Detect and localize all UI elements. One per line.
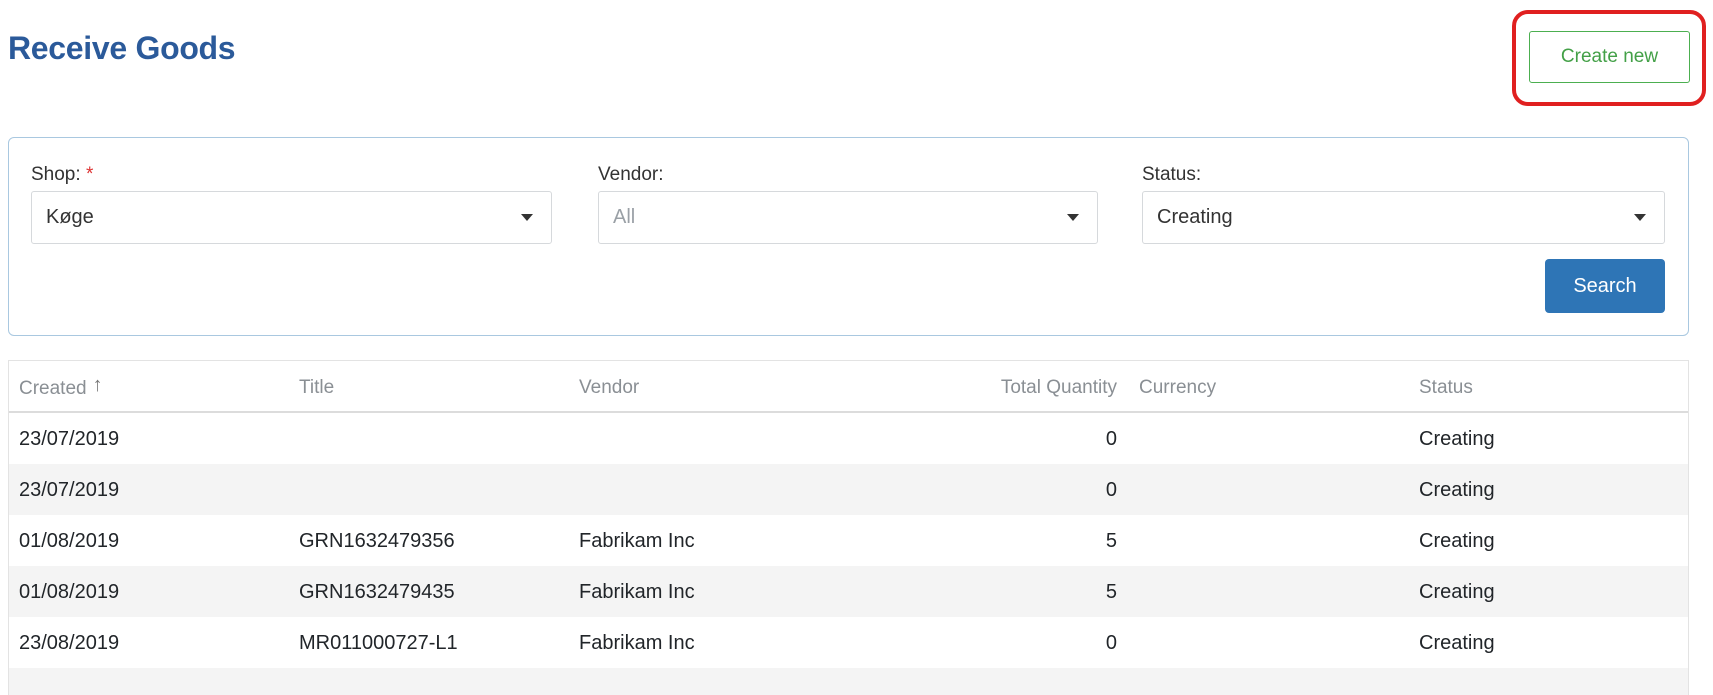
column-header-status[interactable]: Status (1419, 377, 1473, 399)
table-row[interactable]: 01/08/2019 GRN1632479356 Fabrikam Inc 5 … (9, 515, 1688, 566)
cell-status: Creating (1419, 632, 1495, 654)
status-label: Status: (1142, 164, 1202, 185)
vendor-select[interactable]: All (598, 191, 1098, 244)
cell-created: 01/08/2019 (19, 581, 120, 603)
cell-created: 23/07/2019 (19, 428, 120, 450)
column-header-total-quantity[interactable]: Total Quantity (1001, 377, 1117, 399)
status-select[interactable]: Creating (1142, 191, 1665, 244)
cell-vendor: Fabrikam Inc (579, 581, 695, 603)
required-marker: * (85, 164, 94, 185)
column-header-label: Created (19, 378, 87, 399)
cell-created: 01/08/2019 (19, 530, 120, 552)
status-select-value: Creating (1157, 206, 1233, 228)
cell-status: Creating (1419, 428, 1495, 450)
column-header-created[interactable]: Created ↑ (19, 374, 103, 400)
shop-select[interactable]: Køge (31, 191, 552, 244)
table-row[interactable]: 23/07/2019 0 Creating (9, 464, 1688, 515)
receive-goods-page: Receive Goods Create new Shop: * Køge Ve… (0, 0, 1713, 695)
cell-status: Creating (1419, 530, 1495, 552)
receive-goods-table: Created ↑ Title Vendor Total Quantity Cur… (8, 360, 1689, 695)
chevron-down-icon (1634, 214, 1646, 221)
cell-total-quantity: 0 (1105, 479, 1117, 501)
cell-total-quantity: 5 (1105, 581, 1117, 603)
cell-created: 23/07/2019 (19, 479, 120, 501)
cell-title: GRN1632479435 (299, 581, 455, 603)
table-row[interactable]: 23/07/2019 0 Creating (9, 413, 1688, 464)
cell-created: 23/08/2019 (19, 632, 120, 654)
cell-total-quantity: 0 (1105, 428, 1117, 450)
create-new-button[interactable]: Create new (1529, 31, 1690, 83)
shop-select-value: Køge (46, 206, 94, 228)
column-header-title[interactable]: Title (299, 377, 334, 399)
cell-vendor: Fabrikam Inc (579, 530, 695, 552)
vendor-label: Vendor: (598, 164, 664, 185)
column-header-currency[interactable]: Currency (1139, 377, 1216, 399)
cell-title: MR011000727-L1 (299, 632, 458, 654)
chevron-down-icon (521, 214, 533, 221)
sort-ascending-icon: ↑ (92, 374, 103, 396)
shop-label: Shop: * (31, 164, 93, 186)
cell-status: Creating (1419, 581, 1495, 603)
cell-total-quantity: 0 (1105, 632, 1117, 654)
cell-status: Creating (1419, 479, 1495, 501)
shop-label-text: Shop: (31, 164, 81, 185)
cell-total-quantity: 5 (1105, 530, 1117, 552)
table-header: Created ↑ Title Vendor Total Quantity Cur… (9, 361, 1688, 413)
column-header-vendor[interactable]: Vendor (579, 377, 639, 399)
cell-vendor: Fabrikam Inc (579, 632, 695, 654)
chevron-down-icon (1067, 214, 1079, 221)
vendor-select-placeholder: All (613, 206, 636, 228)
cell-title: GRN1632479356 (299, 530, 455, 552)
table-row[interactable]: 01/08/2019 GRN1632479435 Fabrikam Inc 5 … (9, 566, 1688, 617)
search-button[interactable]: Search (1545, 259, 1665, 313)
page-title: Receive Goods (8, 30, 236, 66)
table-row[interactable] (9, 668, 1688, 695)
table-row[interactable]: 23/08/2019 MR011000727-L1 Fabrikam Inc 0… (9, 617, 1688, 668)
